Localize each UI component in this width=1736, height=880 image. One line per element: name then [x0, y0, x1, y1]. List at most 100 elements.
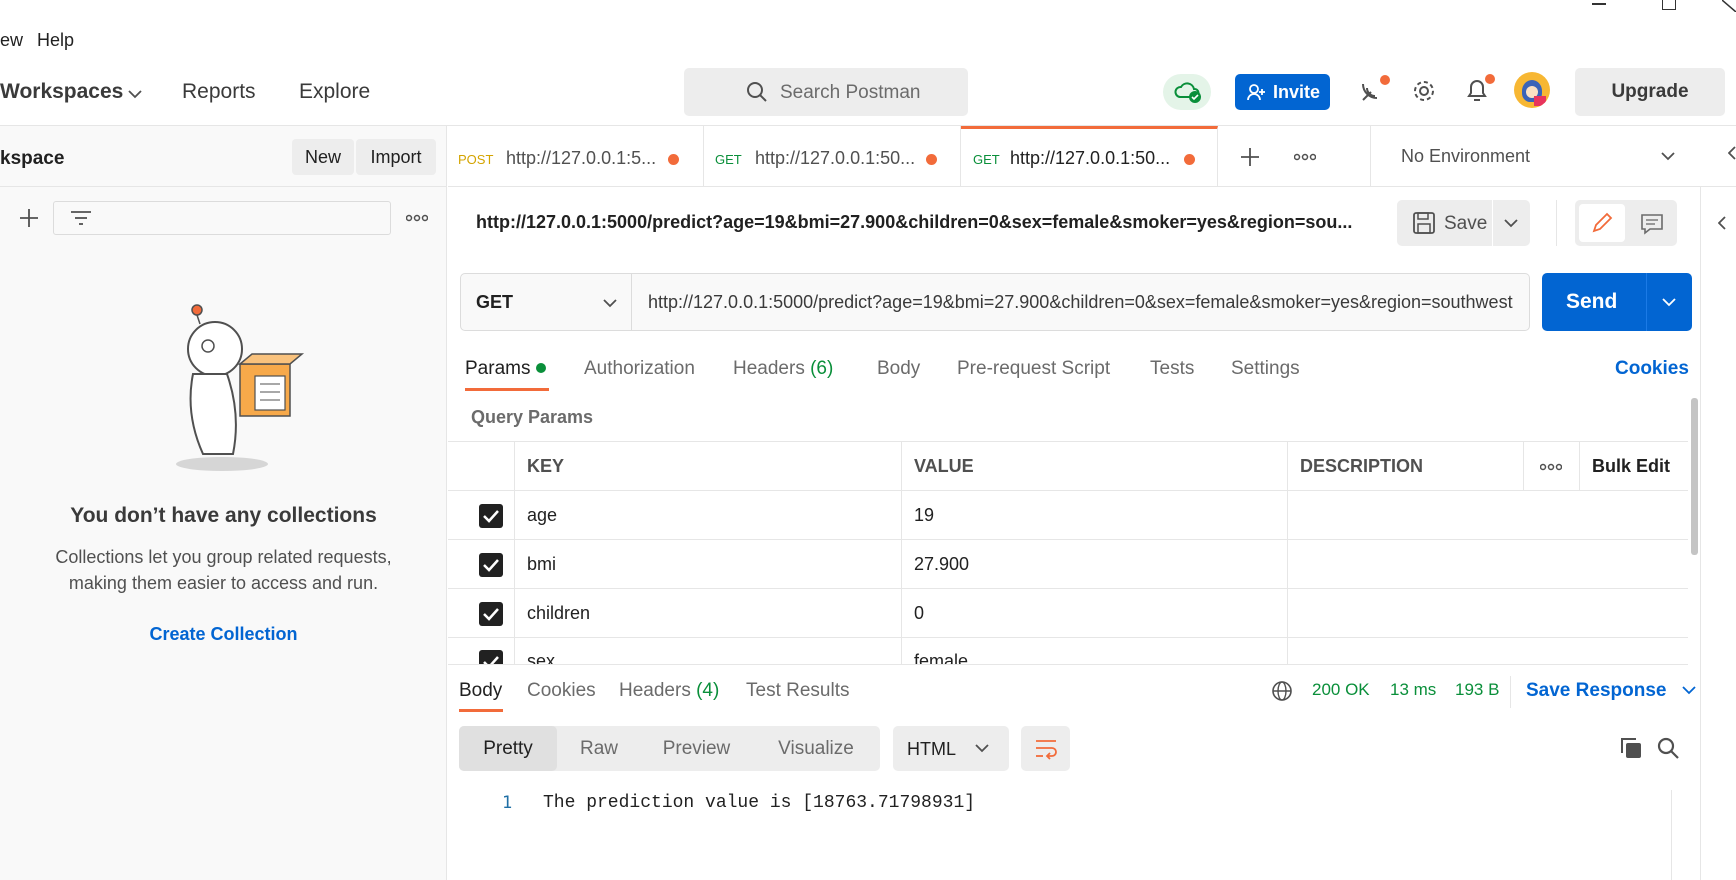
- param-value[interactable]: 27.900: [901, 540, 1288, 589]
- upgrade-button[interactable]: Upgrade: [1575, 68, 1725, 116]
- new-tab-icon[interactable]: [1240, 147, 1260, 167]
- satellite-icon[interactable]: [1357, 74, 1391, 106]
- search-input[interactable]: Search Postman: [684, 68, 968, 116]
- maximize-icon[interactable]: [1662, 0, 1676, 10]
- empty-state-title: You don’t have any collections: [70, 504, 377, 527]
- globe-icon[interactable]: [1271, 680, 1293, 702]
- param-description[interactable]: [1287, 589, 1688, 638]
- workspaces-menu[interactable]: Workspaces: [0, 80, 123, 104]
- sync-status-icon[interactable]: [1163, 74, 1211, 110]
- request-tab-active[interactable]: GET http://127.0.0.1:50...: [961, 126, 1218, 187]
- new-button[interactable]: New: [292, 139, 354, 175]
- tab-prerequest-script[interactable]: Pre-request Script: [957, 358, 1110, 380]
- response-time[interactable]: 13 ms: [1390, 680, 1436, 700]
- save-label: Save: [1444, 213, 1488, 234]
- tab-tests[interactable]: Tests: [1150, 358, 1194, 380]
- param-key[interactable]: sex: [514, 638, 901, 664]
- wrap-lines-button[interactable]: [1021, 726, 1070, 771]
- column-options-cell[interactable]: [1523, 442, 1579, 491]
- param-key[interactable]: age: [514, 491, 901, 540]
- menu-help[interactable]: Help: [37, 30, 74, 51]
- create-collection-link[interactable]: Create Collection: [0, 624, 447, 645]
- chevron-down-icon[interactable]: [1662, 298, 1676, 307]
- param-description[interactable]: [1287, 491, 1688, 540]
- save-response-button[interactable]: Save Response: [1526, 680, 1696, 702]
- vertical-scrollbar[interactable]: [1691, 398, 1698, 555]
- response-tab-test-results[interactable]: Test Results: [746, 680, 849, 702]
- chevron-down-icon[interactable]: [128, 90, 142, 99]
- row-checkbox[interactable]: [479, 650, 503, 664]
- tab-options-icon[interactable]: [1294, 153, 1316, 161]
- filter-input[interactable]: [53, 201, 391, 235]
- response-tab-cookies[interactable]: Cookies: [527, 680, 596, 702]
- more-options-icon[interactable]: [1540, 463, 1562, 471]
- edit-mode-button[interactable]: [1579, 204, 1625, 242]
- param-value[interactable]: female: [901, 638, 1288, 664]
- close-icon[interactable]: [1722, 0, 1736, 12]
- tab-settings[interactable]: Settings: [1231, 358, 1300, 380]
- tab-headers[interactable]: Headers (6): [733, 358, 833, 380]
- chevron-left-icon[interactable]: [1728, 146, 1736, 160]
- more-options-icon[interactable]: [406, 214, 428, 222]
- response-body-text[interactable]: The prediction value is [18763.71798931]: [543, 793, 975, 813]
- param-key[interactable]: children: [514, 589, 901, 638]
- save-button[interactable]: Save: [1397, 200, 1530, 246]
- plus-icon[interactable]: [19, 208, 39, 228]
- gear-icon[interactable]: [1411, 78, 1437, 104]
- view-pretty[interactable]: Pretty: [459, 726, 557, 771]
- view-mode-toggle[interactable]: [1575, 200, 1677, 246]
- row-checkbox[interactable]: [479, 602, 503, 626]
- tab-url: http://127.0.0.1:50...: [1010, 148, 1171, 168]
- request-tab[interactable]: GET http://127.0.0.1:50...: [704, 126, 961, 187]
- param-key[interactable]: bmi: [514, 540, 901, 589]
- right-panel-divider: [1700, 187, 1701, 880]
- view-raw[interactable]: Raw: [557, 726, 641, 771]
- cookies-link[interactable]: Cookies: [1615, 358, 1689, 380]
- view-preview[interactable]: Preview: [641, 726, 752, 771]
- reports-link[interactable]: Reports: [182, 80, 256, 104]
- sidebar-divider: [0, 186, 447, 187]
- bell-icon[interactable]: [1463, 74, 1495, 106]
- invite-button[interactable]: Invite: [1235, 74, 1330, 110]
- param-value[interactable]: 19: [901, 491, 1288, 540]
- copy-icon[interactable]: [1619, 736, 1643, 760]
- response-divider[interactable]: [448, 664, 1688, 665]
- url-input[interactable]: http://127.0.0.1:5000/predict?age=19&bmi…: [632, 273, 1530, 331]
- view-visualize[interactable]: Visualize: [752, 726, 880, 771]
- url-value: http://127.0.0.1:5000/predict?age=19&bmi…: [648, 292, 1513, 312]
- tab-params[interactable]: Params: [465, 358, 530, 380]
- language-select[interactable]: HTML: [893, 726, 1009, 771]
- import-button[interactable]: Import: [356, 139, 436, 175]
- response-status[interactable]: 200 OK: [1312, 680, 1370, 700]
- search-icon[interactable]: [1656, 736, 1680, 760]
- param-description[interactable]: [1287, 638, 1688, 664]
- environment-select[interactable]: No Environment: [1371, 126, 1711, 187]
- cloud-check-icon: [1174, 82, 1201, 103]
- method-select[interactable]: GET: [460, 273, 632, 331]
- avatar[interactable]: [1514, 72, 1550, 108]
- param-value[interactable]: 0: [901, 589, 1288, 638]
- tab-body[interactable]: Body: [877, 358, 920, 380]
- row-checkbox[interactable]: [479, 504, 503, 528]
- tab-authorization[interactable]: Authorization: [584, 358, 695, 380]
- menu-view[interactable]: ew: [0, 30, 23, 51]
- chevron-down-icon[interactable]: [1504, 219, 1518, 228]
- chevron-left-icon[interactable]: [1718, 216, 1726, 230]
- response-tab-body[interactable]: Body: [459, 680, 502, 702]
- param-description[interactable]: [1287, 540, 1688, 589]
- send-label: Send: [1566, 290, 1618, 313]
- comment-icon[interactable]: [1640, 213, 1664, 235]
- bulk-edit-button[interactable]: Bulk Edit: [1579, 442, 1688, 491]
- send-button[interactable]: Send: [1542, 273, 1692, 331]
- explore-link[interactable]: Explore: [299, 80, 370, 104]
- request-tab-bar: POST http://127.0.0.1:5... GET http://12…: [448, 126, 1736, 187]
- request-title[interactable]: http://127.0.0.1:5000/predict?age=19&bmi…: [476, 212, 1352, 233]
- minimize-icon[interactable]: [1592, 3, 1606, 5]
- response-view-selector: Pretty Raw Preview Visualize: [459, 726, 880, 771]
- chevron-down-icon: [1682, 686, 1696, 695]
- response-tab-headers[interactable]: Headers (4): [619, 680, 719, 702]
- search-placeholder: Search Postman: [780, 82, 921, 103]
- row-checkbox[interactable]: [479, 553, 503, 577]
- response-size[interactable]: 193 B: [1455, 680, 1499, 700]
- request-tab[interactable]: POST http://127.0.0.1:5...: [448, 126, 704, 187]
